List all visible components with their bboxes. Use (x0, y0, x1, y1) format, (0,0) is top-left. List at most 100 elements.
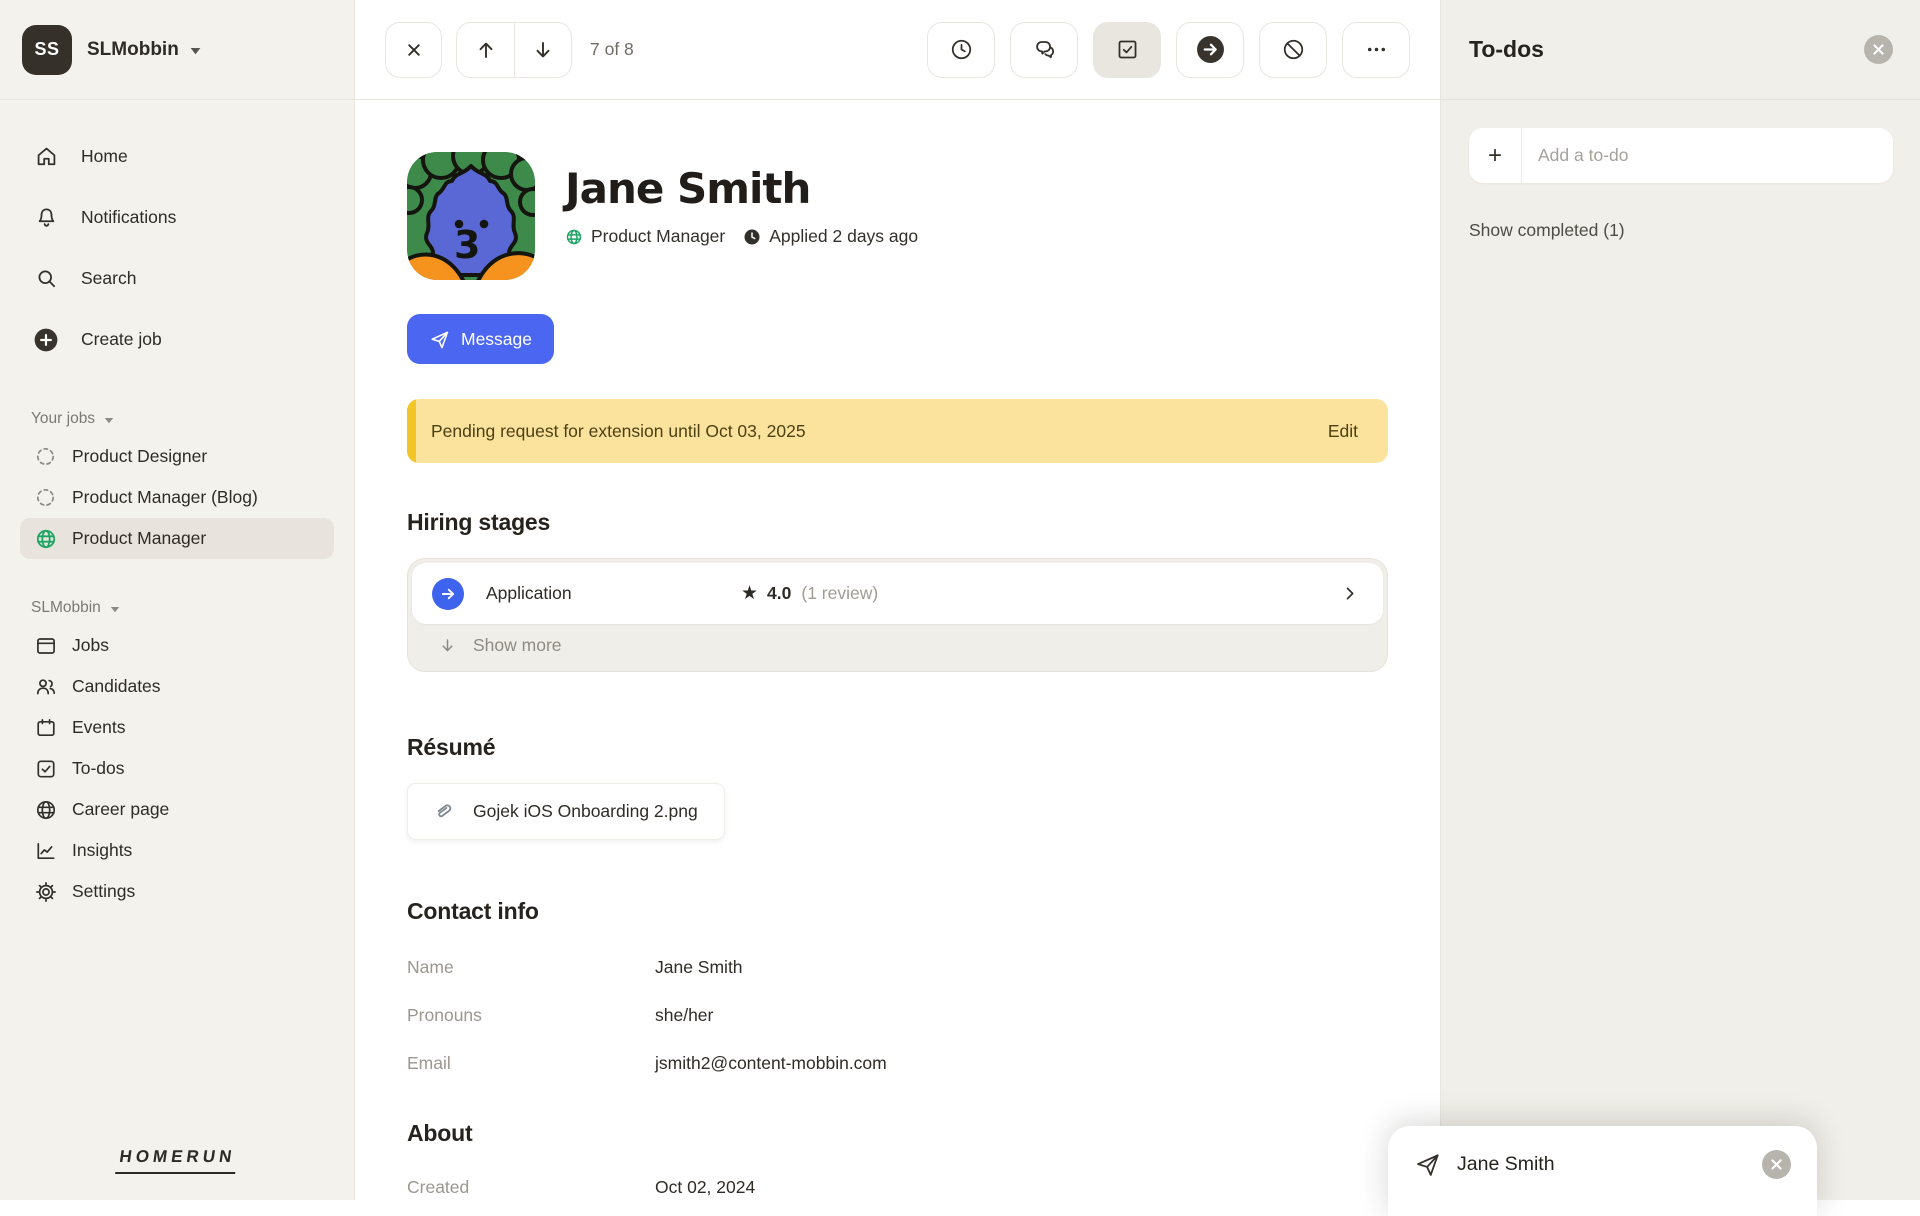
chevron-down-icon (104, 417, 114, 424)
about-label: Created (407, 1177, 655, 1198)
jobs-icon (33, 634, 58, 658)
candidates-icon (33, 675, 58, 699)
sidebar-item-create-job[interactable]: Create job (20, 309, 334, 370)
paper-plane-icon (429, 329, 450, 350)
resume-title: Résumé (407, 734, 1388, 761)
close-icon (402, 38, 426, 62)
sidebar-item-label: Jobs (72, 635, 109, 656)
dashed-circle-icon (33, 445, 58, 468)
main-area: 7 of 8 (355, 0, 1440, 1200)
star-icon: ★ (741, 584, 758, 603)
show-more-stages[interactable]: Show more (412, 624, 1383, 667)
close-candidate-button[interactable] (385, 22, 442, 78)
chevron-right-icon (1340, 584, 1359, 603)
banner-edit-link[interactable]: Edit (1328, 421, 1358, 442)
sidebar-item-jobs[interactable]: Jobs (20, 625, 334, 666)
add-todo-input[interactable] (1522, 128, 1893, 183)
sidebar-item-label: Home (81, 146, 128, 167)
plus-circle-icon (33, 327, 59, 353)
sidebar-nav: Home Notifications Search Create job (0, 100, 354, 1200)
home-icon (33, 144, 59, 169)
show-more-label: Show more (473, 635, 562, 656)
sidebar-item-label: Product Manager (72, 528, 206, 549)
clock-icon (743, 228, 761, 246)
resume-attachment[interactable]: Gojek iOS Onboarding 2.png (407, 783, 725, 840)
chevron-down-icon (190, 47, 201, 55)
company-section: SLMobbin Jobs Candidates (20, 599, 334, 912)
add-todo-button[interactable]: + (1469, 128, 1522, 183)
checkbox-icon (1115, 37, 1140, 62)
sidebar-item-events[interactable]: Events (20, 707, 334, 748)
todos-panel: To-dos + Show completed (1) (1440, 0, 1920, 1200)
about-value: Oct 02, 2024 (655, 1177, 755, 1198)
candidate-avatar: 3 (407, 152, 535, 280)
close-icon (1872, 43, 1885, 56)
stage-name: Application (486, 583, 741, 604)
disqualify-button[interactable] (1259, 22, 1327, 78)
next-candidate-button[interactable] (514, 23, 571, 77)
comments-button[interactable] (1010, 22, 1078, 78)
about-title: About (407, 1120, 1388, 1147)
previous-candidate-button[interactable] (457, 23, 514, 77)
candidate-counter: 7 of 8 (590, 39, 634, 60)
ellipsis-icon (1364, 37, 1389, 62)
contact-row-email: Email jsmith2@content-mobbin.com (407, 1053, 1388, 1074)
company-header[interactable]: SLMobbin (20, 599, 334, 617)
sidebar-item-insights[interactable]: Insights (20, 830, 334, 871)
clock-icon (949, 37, 974, 62)
stage-row-application[interactable]: Application ★ 4.0 (1 review) (412, 563, 1383, 624)
resume-file-name: Gojek iOS Onboarding 2.png (473, 801, 698, 822)
sidebar-item-label: Product Manager (Blog) (72, 487, 258, 508)
message-button[interactable]: Message (407, 314, 554, 364)
close-composer-button[interactable] (1762, 1150, 1791, 1179)
arrow-down-icon (531, 38, 555, 62)
contact-row-pronouns: Pronouns she/her (407, 1005, 1388, 1026)
arrow-right-circle-icon (1196, 35, 1225, 64)
sidebar-item-candidates[interactable]: Candidates (20, 666, 334, 707)
sidebar-item-product-manager-blog[interactable]: Product Manager (Blog) (20, 477, 334, 518)
checkbox-icon (33, 757, 58, 781)
more-button[interactable] (1342, 22, 1410, 78)
workspace-name: SLMobbin (87, 39, 179, 61)
svg-text:3: 3 (454, 223, 480, 267)
workspace-switcher[interactable]: SS SLMobbin (0, 0, 354, 100)
candidate-name: Jane Smith (565, 166, 918, 212)
sidebar-item-notifications[interactable]: Notifications (20, 187, 334, 248)
sidebar-item-product-manager[interactable]: Product Manager (20, 518, 334, 559)
history-button[interactable] (927, 22, 995, 78)
sidebar-item-settings[interactable]: Settings (20, 871, 334, 912)
arrow-down-icon (438, 636, 457, 655)
contact-row-name: Name Jane Smith (407, 957, 1388, 978)
sidebar-item-career-page[interactable]: Career page (20, 789, 334, 830)
sidebar-item-product-designer[interactable]: Product Designer (20, 436, 334, 477)
gear-icon (33, 880, 58, 904)
sidebar-item-todos[interactable]: To-dos (20, 748, 334, 789)
search-icon (33, 266, 59, 291)
sidebar: SS SLMobbin Home Notifications (0, 0, 355, 1200)
chart-icon (33, 839, 58, 863)
todos-panel-title: To-dos (1469, 36, 1544, 63)
close-todos-panel-button[interactable] (1864, 35, 1893, 64)
sidebar-item-label: Candidates (72, 676, 161, 697)
contact-label: Name (407, 957, 655, 978)
stage-reviews: (1 review) (801, 583, 878, 604)
move-stage-button[interactable] (1176, 22, 1244, 78)
hiring-stages-card: Application ★ 4.0 (1 review) Show more (407, 558, 1388, 672)
message-composer[interactable]: Jane Smith (1388, 1126, 1817, 1216)
sidebar-item-search[interactable]: Search (20, 248, 334, 309)
sidebar-item-home[interactable]: Home (20, 126, 334, 187)
sidebar-item-label: Product Designer (72, 446, 207, 467)
your-jobs-header[interactable]: Your jobs (20, 410, 334, 428)
sidebar-item-label: Insights (72, 840, 132, 861)
stage-arrow-icon (432, 578, 464, 610)
sidebar-item-label: Create job (81, 329, 162, 350)
show-completed-link[interactable]: Show completed (1) (1469, 220, 1893, 241)
contact-value: jsmith2@content-mobbin.com (655, 1053, 887, 1074)
globe-icon (33, 527, 58, 551)
homerun-logo: HOMERUN (0, 1147, 354, 1174)
candidate-applied: Applied 2 days ago (769, 226, 918, 247)
todos-button[interactable] (1093, 22, 1161, 78)
workspace-logo[interactable]: SS (22, 25, 72, 75)
sidebar-item-label: Events (72, 717, 126, 738)
arrow-up-icon (474, 38, 498, 62)
